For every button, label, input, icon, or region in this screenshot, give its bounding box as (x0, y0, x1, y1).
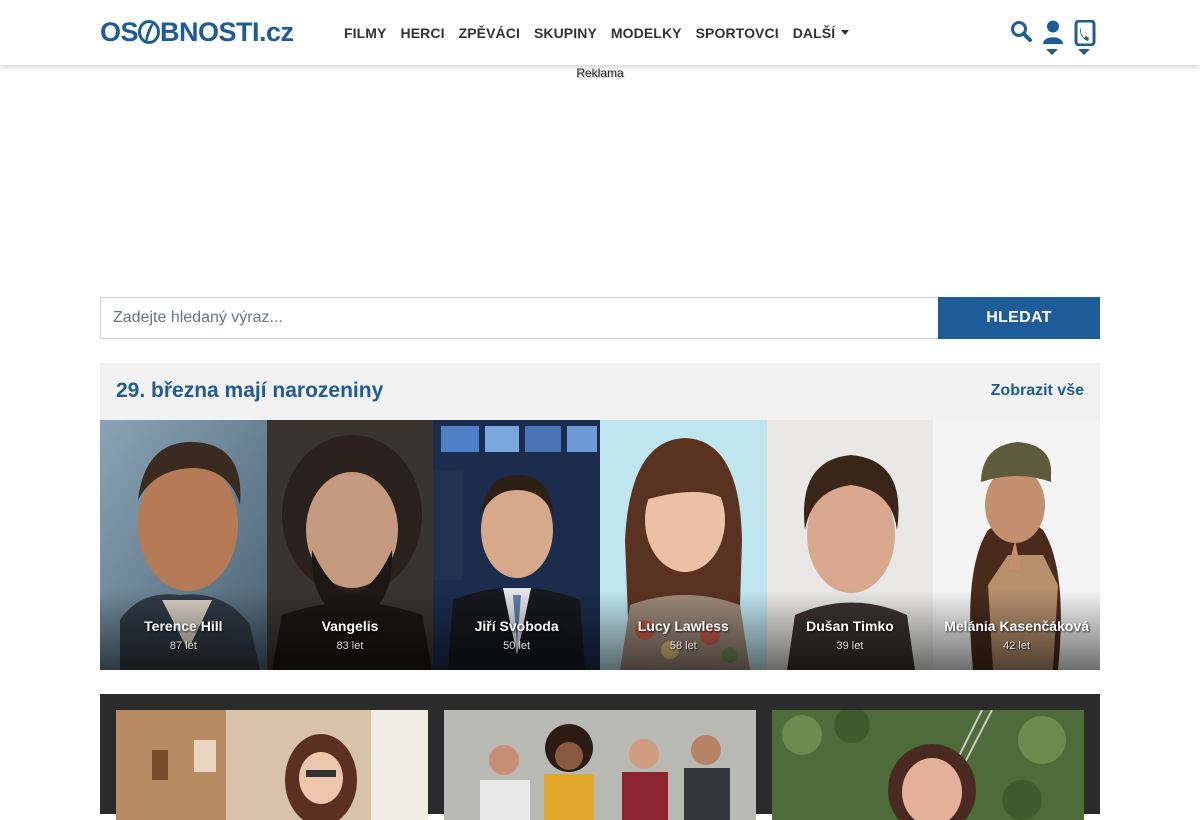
search-input[interactable] (100, 297, 938, 339)
article-image (772, 710, 1084, 820)
person-name: Lucy Lawless (637, 618, 729, 634)
chevron-down-icon (1078, 49, 1090, 55)
person-card[interactable]: Lucy Lawless 58 let (599, 420, 767, 670)
nav-item-zpevaci[interactable]: ZPĚVÁCI (459, 25, 520, 41)
article-card[interactable] (444, 710, 756, 820)
person-card[interactable]: Dušan Timko 39 let (766, 420, 934, 670)
logo-tld: .cz (259, 16, 294, 47)
person-age: 39 let (836, 640, 864, 652)
person-card[interactable]: Terence Hill 87 let (100, 420, 267, 670)
nav-icon-group (1004, 18, 1100, 58)
person-name: Terence Hill (144, 618, 223, 634)
article-card[interactable] (772, 710, 1084, 820)
chevron-down-icon (1046, 49, 1058, 55)
phone-icon (1074, 20, 1096, 46)
person-age: 87 let (169, 640, 197, 652)
person-name: Melánia Kasenčáková (944, 618, 1089, 634)
person-card[interactable]: Melánia Kasenčáková 42 let (933, 420, 1100, 670)
nav-item-modelky[interactable]: MODELKY (611, 25, 682, 41)
birthdays-header: 29. března mají narozeniny Zobrazit vše (100, 363, 1100, 420)
nav-item-herci[interactable]: HERCI (401, 25, 445, 41)
main-menu: FILMY HERCI ZPĚVÁCI SKUPINY MODELKY SPOR… (344, 0, 863, 65)
search-button[interactable] (1004, 18, 1036, 58)
user-menu-button[interactable] (1036, 18, 1068, 58)
person-age: 58 let (669, 640, 697, 652)
article-image (444, 710, 756, 820)
logo-o-mark (138, 20, 161, 44)
nav-item-skupiny[interactable]: SKUPINY (534, 25, 597, 41)
person-name: Dušan Timko (806, 618, 894, 634)
person-card[interactable]: Vangelis 83 let (266, 420, 434, 670)
person-age: 83 let (336, 640, 364, 652)
show-all-link[interactable]: Zobrazit vše (991, 382, 1084, 400)
chevron-down-icon (841, 30, 850, 35)
search-submit-button[interactable]: HLEDAT (938, 297, 1100, 339)
person-name: Vangelis (321, 618, 379, 634)
person-age: 50 let (503, 640, 531, 652)
featured-articles (100, 694, 1100, 820)
article-card[interactable] (116, 710, 428, 820)
top-navbar: OS BNOSTI .cz FILMY HERCI ZPĚVÁCI SKUPIN… (0, 0, 1200, 65)
search-icon (1011, 21, 1032, 42)
birthdays-title: 29. března mají narozeniny (116, 379, 384, 402)
nav-item-filmy[interactable]: FILMY (344, 25, 387, 41)
article-image (116, 710, 428, 820)
nav-item-dalsi-label: DALŠÍ (792, 24, 836, 41)
user-icon (1043, 20, 1063, 44)
logo-text-prefix: OS (100, 16, 139, 47)
contact-menu-button[interactable] (1068, 18, 1100, 58)
logo-text-suffix: BNOSTI (160, 16, 260, 47)
person-card[interactable]: Jiří Svoboda 50 let (433, 420, 600, 670)
nav-item-dalsi-dropdown[interactable]: DALŠÍ (793, 25, 850, 41)
search-form: HLEDAT (100, 297, 1100, 339)
person-age: 42 let (1003, 640, 1031, 652)
person-name: Jiří Svoboda (474, 618, 559, 634)
birthdays-section: 29. března mají narozeniny Zobrazit vše … (100, 363, 1100, 670)
ad-label: Reklama (576, 66, 624, 80)
site-logo[interactable]: OS BNOSTI .cz (100, 15, 294, 49)
birthday-cards: Terence Hill 87 let Vangelis 83 let Jiří… (100, 420, 1100, 670)
nav-item-sportovci[interactable]: SPORTOVCI (696, 25, 779, 41)
